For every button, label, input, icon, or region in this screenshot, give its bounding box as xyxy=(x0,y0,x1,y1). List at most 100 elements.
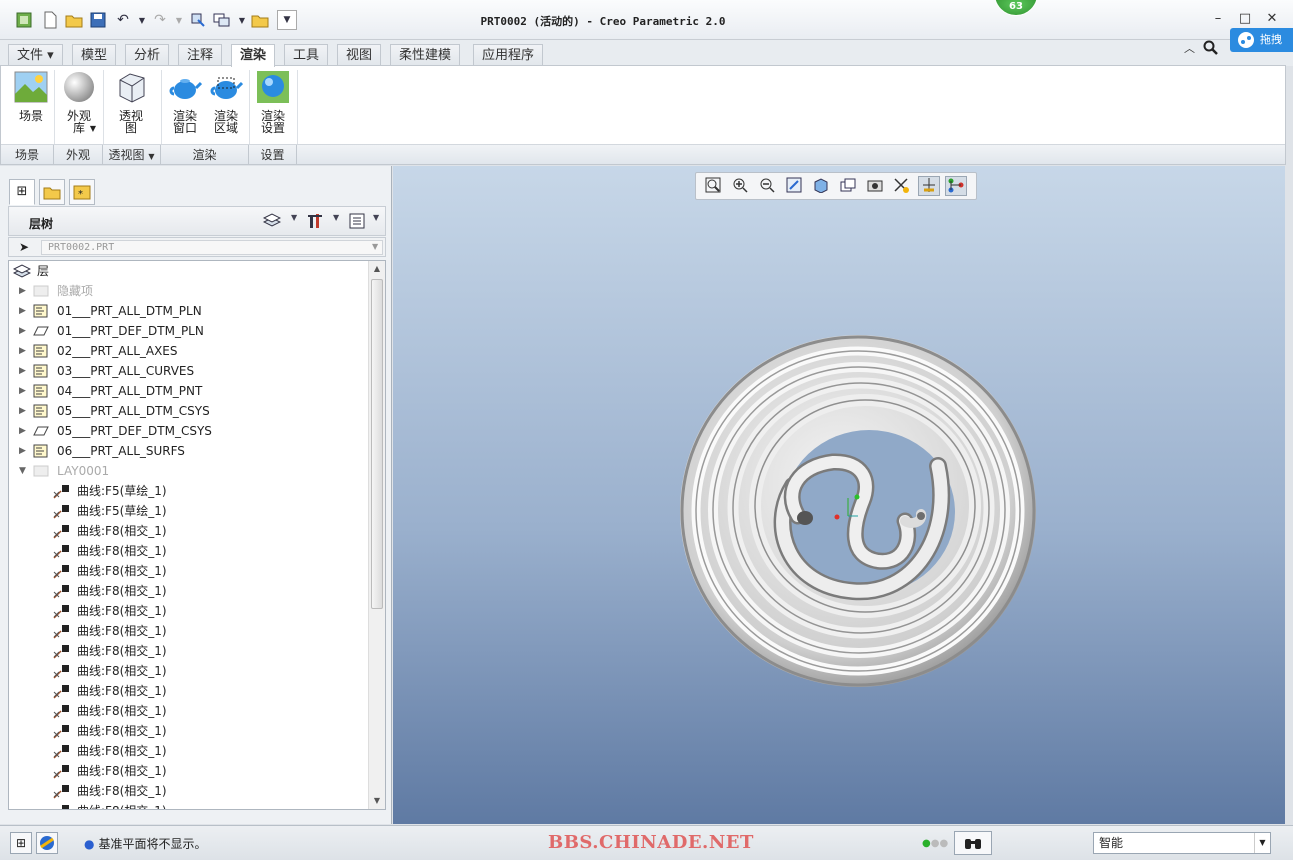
tab-favorites[interactable]: * xyxy=(69,179,95,205)
show-dropdown-icon[interactable]: ▼ xyxy=(373,213,379,222)
expand-arrow-icon[interactable]: ▶ xyxy=(19,441,29,461)
layer-item[interactable]: ▶ 03___PRT_ALL_CURVES xyxy=(9,361,367,381)
scroll-thumb[interactable] xyxy=(371,279,383,609)
file-selector[interactable]: PRT0002.PRT xyxy=(41,240,383,255)
layer-icon xyxy=(33,464,49,478)
layer-item[interactable]: ▶ 隐藏项 xyxy=(9,281,367,301)
tree-title: 层树 xyxy=(29,217,54,231)
scroll-down-icon[interactable]: ▼ xyxy=(369,793,385,809)
file-dropdown-icon[interactable]: ▼ xyxy=(372,242,378,251)
curve-item[interactable]: 曲线:F8(相交_1) xyxy=(9,741,367,761)
layer-item[interactable]: ▶ 06___PRT_ALL_SURFS xyxy=(9,441,367,461)
scroll-up-icon[interactable]: ▲ xyxy=(369,261,385,277)
render-settings-icon xyxy=(256,70,290,104)
render-settings-button[interactable]: 渲染设置 xyxy=(251,70,295,134)
layer-icon xyxy=(33,304,49,318)
collapse-ribbon-icon[interactable]: ︿ xyxy=(1184,40,1195,56)
layer-icon xyxy=(33,364,49,378)
tab-annotate[interactable]: 注释 xyxy=(178,44,223,66)
layer-icon xyxy=(33,384,49,398)
tab-applications[interactable]: 应用程序 xyxy=(473,44,544,66)
scene-icon xyxy=(14,70,48,104)
group-label-perspective[interactable]: 透视图 ▼ xyxy=(103,145,161,165)
show-list-icon[interactable] xyxy=(349,213,365,233)
search-icon[interactable] xyxy=(1203,40,1219,60)
curve-item[interactable]: 曲线:F8(相交_1) xyxy=(9,801,367,809)
curve-item[interactable]: 曲线:F5(草绘_1) xyxy=(9,481,367,501)
maximize-icon[interactable]: □ xyxy=(1235,10,1255,28)
curve-item[interactable]: 曲线:F8(相交_1) xyxy=(9,701,367,721)
toggle-navigator-icon[interactable]: ⊞ xyxy=(10,832,32,854)
tab-folder-browser[interactable] xyxy=(39,179,65,205)
spiral-coil-model[interactable] xyxy=(393,166,1285,824)
tab-file[interactable]: 文件 ▾ xyxy=(8,44,63,66)
settings-tools-icon[interactable] xyxy=(307,213,325,233)
scene-button[interactable]: 场景 xyxy=(9,70,53,122)
tab-view[interactable]: 视图 xyxy=(337,44,382,66)
render-window-button[interactable]: 渲染窗口 xyxy=(163,70,207,134)
layer-item[interactable]: ▶ 05___PRT_ALL_DTM_CSYS xyxy=(9,401,367,421)
curve-item[interactable]: 曲线:F8(相交_1) xyxy=(9,641,367,661)
layer-item[interactable]: ▶ 05___PRT_DEF_DTM_CSYS xyxy=(9,421,367,441)
render-region-button[interactable]: 渲染区域 xyxy=(204,70,248,134)
share-button[interactable]: 拖拽 xyxy=(1230,28,1293,52)
appearance-dropdown-icon[interactable]: ▼ xyxy=(85,123,101,135)
curve-label: 曲线:F5(草绘_1) xyxy=(77,484,167,498)
collapse-arrow-icon[interactable]: ▼ xyxy=(19,461,29,481)
curve-item[interactable]: 曲线:F8(相交_1) xyxy=(9,581,367,601)
tab-analysis[interactable]: 分析 xyxy=(125,44,170,66)
navigator-pane: ⊞ * 层树 ▼ ▼ ▼ ➤ PRT0002.PRT ▼ 层 ▶ 隐藏项 ▶ 01_ xyxy=(0,166,392,824)
expand-arrow-icon[interactable]: ▶ xyxy=(19,401,29,421)
curve-item[interactable]: 曲线:F8(相交_1) xyxy=(9,601,367,621)
expand-arrow-icon[interactable]: ▶ xyxy=(19,361,29,381)
curve-item[interactable]: 曲线:F8(相交_1) xyxy=(9,721,367,741)
chevron-down-icon[interactable]: ▼ xyxy=(1254,833,1270,853)
expand-arrow-icon[interactable]: ▶ xyxy=(19,301,29,321)
tab-model-tree[interactable]: ⊞ xyxy=(9,179,35,205)
curve-feature-icon xyxy=(53,764,69,779)
layer-item[interactable]: ▶ 02___PRT_ALL_AXES xyxy=(9,341,367,361)
curve-item[interactable]: 曲线:F8(相交_1) xyxy=(9,761,367,781)
expand-arrow-icon[interactable]: ▶ xyxy=(19,281,29,301)
close-icon[interactable]: ✕ xyxy=(1262,10,1282,28)
tab-flexible-modeling[interactable]: 柔性建模 xyxy=(390,44,461,66)
curve-item[interactable]: 曲线:F8(相交_1) xyxy=(9,621,367,641)
layer-icon xyxy=(33,404,49,418)
ribbon-panel: 场景 外观库 ▼ 透视图 渲染窗口 渲染区域 渲染设置 场景 外观 透视图 ▼ … xyxy=(0,65,1286,165)
curve-item[interactable]: 曲线:F8(相交_1) xyxy=(9,561,367,581)
curve-item[interactable]: 曲线:F8(相交_1) xyxy=(9,661,367,681)
settings-dropdown-icon[interactable]: ▼ xyxy=(333,213,339,222)
ribbon-tab-bar: 文件 ▾ 模型 分析 注释 渲染 工具 视图 柔性建模 应用程序 xyxy=(0,40,1293,67)
curve-item[interactable]: 曲线:F8(相交_1) xyxy=(9,521,367,541)
curve-feature-icon xyxy=(53,624,69,639)
curve-item[interactable]: 曲线:F8(相交_1) xyxy=(9,541,367,561)
layer-item[interactable]: ▶ 01___PRT_DEF_DTM_PLN xyxy=(9,321,367,341)
expand-arrow-icon[interactable]: ▶ xyxy=(19,421,29,441)
minimize-icon[interactable]: – xyxy=(1208,10,1228,28)
expand-arrow-icon[interactable]: ▶ xyxy=(19,381,29,401)
graphics-viewport[interactable] xyxy=(393,166,1285,824)
curve-item[interactable]: 曲线:F8(相交_1) xyxy=(9,781,367,801)
layer-item[interactable]: ▶ 01___PRT_ALL_DTM_PLN xyxy=(9,301,367,321)
curve-item[interactable]: 曲线:F5(草绘_1) xyxy=(9,501,367,521)
perspective-button[interactable]: 透视图 xyxy=(109,70,153,134)
tree-scrollbar[interactable]: ▲ ▼ xyxy=(368,261,385,809)
curve-label: 曲线:F8(相交_1) xyxy=(77,584,167,598)
curve-item[interactable]: 曲线:F8(相交_1) xyxy=(9,681,367,701)
layers-icon[interactable] xyxy=(262,213,282,231)
tab-model[interactable]: 模型 xyxy=(72,44,117,66)
curve-feature-icon xyxy=(53,704,69,719)
selection-filter-select[interactable]: 智能 ▼ xyxy=(1093,832,1271,854)
find-binoculars-icon[interactable] xyxy=(954,831,992,855)
layers-dropdown-icon[interactable]: ▼ xyxy=(291,213,297,222)
tab-tools[interactable]: 工具 xyxy=(284,44,329,66)
tab-render[interactable]: 渲染 xyxy=(231,44,276,67)
appearance-gallery-button[interactable]: 外观库 ▼ xyxy=(57,70,101,135)
toggle-browser-icon[interactable] xyxy=(36,832,58,854)
layer-item[interactable]: ▼ LAY0001 xyxy=(9,461,367,481)
layer-item[interactable]: ▶ 04___PRT_ALL_DTM_PNT xyxy=(9,381,367,401)
select-arrow-icon[interactable]: ➤ xyxy=(19,240,29,254)
layer-label: 01___PRT_DEF_DTM_PLN xyxy=(57,324,204,338)
expand-arrow-icon[interactable]: ▶ xyxy=(19,321,29,341)
expand-arrow-icon[interactable]: ▶ xyxy=(19,341,29,361)
